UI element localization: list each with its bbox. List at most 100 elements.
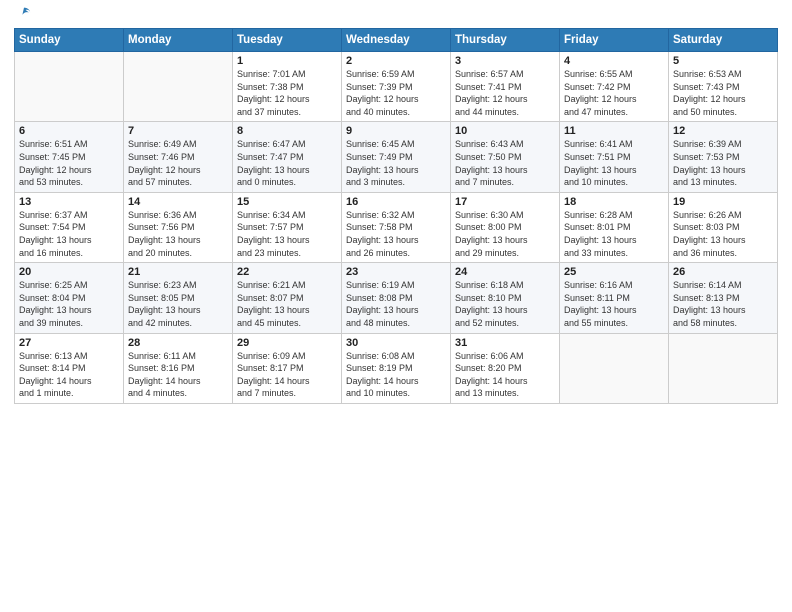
day-info: Sunrise: 6:51 AM Sunset: 7:45 PM Dayligh… bbox=[19, 138, 119, 188]
calendar-cell: 10Sunrise: 6:43 AM Sunset: 7:50 PM Dayli… bbox=[451, 122, 560, 192]
calendar-cell: 3Sunrise: 6:57 AM Sunset: 7:41 PM Daylig… bbox=[451, 52, 560, 122]
day-number: 9 bbox=[346, 125, 446, 137]
day-info: Sunrise: 6:26 AM Sunset: 8:03 PM Dayligh… bbox=[673, 209, 773, 259]
day-info: Sunrise: 6:30 AM Sunset: 8:00 PM Dayligh… bbox=[455, 209, 555, 259]
calendar-cell: 13Sunrise: 6:37 AM Sunset: 7:54 PM Dayli… bbox=[15, 192, 124, 262]
calendar-cell: 16Sunrise: 6:32 AM Sunset: 7:58 PM Dayli… bbox=[342, 192, 451, 262]
logo-bird-icon bbox=[16, 6, 32, 22]
week-row-5: 27Sunrise: 6:13 AM Sunset: 8:14 PM Dayli… bbox=[15, 333, 778, 403]
day-info: Sunrise: 6:34 AM Sunset: 7:57 PM Dayligh… bbox=[237, 209, 337, 259]
calendar-cell: 22Sunrise: 6:21 AM Sunset: 8:07 PM Dayli… bbox=[233, 263, 342, 333]
week-row-4: 20Sunrise: 6:25 AM Sunset: 8:04 PM Dayli… bbox=[15, 263, 778, 333]
day-number: 4 bbox=[564, 55, 664, 67]
calendar-cell: 14Sunrise: 6:36 AM Sunset: 7:56 PM Dayli… bbox=[124, 192, 233, 262]
calendar-cell: 6Sunrise: 6:51 AM Sunset: 7:45 PM Daylig… bbox=[15, 122, 124, 192]
calendar-cell: 27Sunrise: 6:13 AM Sunset: 8:14 PM Dayli… bbox=[15, 333, 124, 403]
day-number: 25 bbox=[564, 266, 664, 278]
calendar-cell: 21Sunrise: 6:23 AM Sunset: 8:05 PM Dayli… bbox=[124, 263, 233, 333]
day-info: Sunrise: 7:01 AM Sunset: 7:38 PM Dayligh… bbox=[237, 68, 337, 118]
calendar-cell: 23Sunrise: 6:19 AM Sunset: 8:08 PM Dayli… bbox=[342, 263, 451, 333]
day-info: Sunrise: 6:55 AM Sunset: 7:42 PM Dayligh… bbox=[564, 68, 664, 118]
day-info: Sunrise: 6:59 AM Sunset: 7:39 PM Dayligh… bbox=[346, 68, 446, 118]
calendar-cell: 5Sunrise: 6:53 AM Sunset: 7:43 PM Daylig… bbox=[669, 52, 778, 122]
day-number: 1 bbox=[237, 55, 337, 67]
calendar-cell: 24Sunrise: 6:18 AM Sunset: 8:10 PM Dayli… bbox=[451, 263, 560, 333]
day-info: Sunrise: 6:57 AM Sunset: 7:41 PM Dayligh… bbox=[455, 68, 555, 118]
calendar-cell: 26Sunrise: 6:14 AM Sunset: 8:13 PM Dayli… bbox=[669, 263, 778, 333]
day-number: 29 bbox=[237, 337, 337, 349]
calendar-cell: 25Sunrise: 6:16 AM Sunset: 8:11 PM Dayli… bbox=[560, 263, 669, 333]
day-number: 13 bbox=[19, 196, 119, 208]
weekday-header-saturday: Saturday bbox=[669, 29, 778, 52]
day-info: Sunrise: 6:09 AM Sunset: 8:17 PM Dayligh… bbox=[237, 350, 337, 400]
day-number: 14 bbox=[128, 196, 228, 208]
day-number: 19 bbox=[673, 196, 773, 208]
day-info: Sunrise: 6:25 AM Sunset: 8:04 PM Dayligh… bbox=[19, 279, 119, 329]
calendar-cell: 18Sunrise: 6:28 AM Sunset: 8:01 PM Dayli… bbox=[560, 192, 669, 262]
week-row-2: 6Sunrise: 6:51 AM Sunset: 7:45 PM Daylig… bbox=[15, 122, 778, 192]
calendar-cell: 7Sunrise: 6:49 AM Sunset: 7:46 PM Daylig… bbox=[124, 122, 233, 192]
page: SundayMondayTuesdayWednesdayThursdayFrid… bbox=[0, 0, 792, 612]
logo bbox=[14, 14, 32, 22]
day-info: Sunrise: 6:18 AM Sunset: 8:10 PM Dayligh… bbox=[455, 279, 555, 329]
weekday-header-tuesday: Tuesday bbox=[233, 29, 342, 52]
day-info: Sunrise: 6:28 AM Sunset: 8:01 PM Dayligh… bbox=[564, 209, 664, 259]
day-number: 11 bbox=[564, 125, 664, 137]
weekday-header-row: SundayMondayTuesdayWednesdayThursdayFrid… bbox=[15, 29, 778, 52]
day-info: Sunrise: 6:39 AM Sunset: 7:53 PM Dayligh… bbox=[673, 138, 773, 188]
day-number: 27 bbox=[19, 337, 119, 349]
day-info: Sunrise: 6:53 AM Sunset: 7:43 PM Dayligh… bbox=[673, 68, 773, 118]
day-info: Sunrise: 6:49 AM Sunset: 7:46 PM Dayligh… bbox=[128, 138, 228, 188]
day-info: Sunrise: 6:06 AM Sunset: 8:20 PM Dayligh… bbox=[455, 350, 555, 400]
calendar-cell: 1Sunrise: 7:01 AM Sunset: 7:38 PM Daylig… bbox=[233, 52, 342, 122]
calendar-table: SundayMondayTuesdayWednesdayThursdayFrid… bbox=[14, 28, 778, 404]
day-info: Sunrise: 6:37 AM Sunset: 7:54 PM Dayligh… bbox=[19, 209, 119, 259]
day-number: 26 bbox=[673, 266, 773, 278]
day-number: 15 bbox=[237, 196, 337, 208]
day-number: 22 bbox=[237, 266, 337, 278]
calendar-cell: 2Sunrise: 6:59 AM Sunset: 7:39 PM Daylig… bbox=[342, 52, 451, 122]
day-number: 20 bbox=[19, 266, 119, 278]
calendar-cell bbox=[124, 52, 233, 122]
day-info: Sunrise: 6:36 AM Sunset: 7:56 PM Dayligh… bbox=[128, 209, 228, 259]
calendar-cell: 17Sunrise: 6:30 AM Sunset: 8:00 PM Dayli… bbox=[451, 192, 560, 262]
calendar-cell: 9Sunrise: 6:45 AM Sunset: 7:49 PM Daylig… bbox=[342, 122, 451, 192]
day-number: 5 bbox=[673, 55, 773, 67]
day-number: 7 bbox=[128, 125, 228, 137]
day-info: Sunrise: 6:19 AM Sunset: 8:08 PM Dayligh… bbox=[346, 279, 446, 329]
day-number: 3 bbox=[455, 55, 555, 67]
header bbox=[14, 10, 778, 22]
day-number: 28 bbox=[128, 337, 228, 349]
weekday-header-thursday: Thursday bbox=[451, 29, 560, 52]
day-number: 24 bbox=[455, 266, 555, 278]
day-info: Sunrise: 6:13 AM Sunset: 8:14 PM Dayligh… bbox=[19, 350, 119, 400]
day-info: Sunrise: 6:47 AM Sunset: 7:47 PM Dayligh… bbox=[237, 138, 337, 188]
day-number: 16 bbox=[346, 196, 446, 208]
calendar-cell: 28Sunrise: 6:11 AM Sunset: 8:16 PM Dayli… bbox=[124, 333, 233, 403]
calendar-cell bbox=[15, 52, 124, 122]
day-info: Sunrise: 6:23 AM Sunset: 8:05 PM Dayligh… bbox=[128, 279, 228, 329]
calendar-cell: 15Sunrise: 6:34 AM Sunset: 7:57 PM Dayli… bbox=[233, 192, 342, 262]
day-info: Sunrise: 6:41 AM Sunset: 7:51 PM Dayligh… bbox=[564, 138, 664, 188]
day-number: 6 bbox=[19, 125, 119, 137]
week-row-3: 13Sunrise: 6:37 AM Sunset: 7:54 PM Dayli… bbox=[15, 192, 778, 262]
weekday-header-wednesday: Wednesday bbox=[342, 29, 451, 52]
calendar-cell: 12Sunrise: 6:39 AM Sunset: 7:53 PM Dayli… bbox=[669, 122, 778, 192]
calendar-cell: 20Sunrise: 6:25 AM Sunset: 8:04 PM Dayli… bbox=[15, 263, 124, 333]
calendar-cell: 29Sunrise: 6:09 AM Sunset: 8:17 PM Dayli… bbox=[233, 333, 342, 403]
day-info: Sunrise: 6:14 AM Sunset: 8:13 PM Dayligh… bbox=[673, 279, 773, 329]
calendar-cell: 31Sunrise: 6:06 AM Sunset: 8:20 PM Dayli… bbox=[451, 333, 560, 403]
day-number: 30 bbox=[346, 337, 446, 349]
weekday-header-monday: Monday bbox=[124, 29, 233, 52]
calendar-cell bbox=[669, 333, 778, 403]
day-number: 23 bbox=[346, 266, 446, 278]
week-row-1: 1Sunrise: 7:01 AM Sunset: 7:38 PM Daylig… bbox=[15, 52, 778, 122]
day-info: Sunrise: 6:11 AM Sunset: 8:16 PM Dayligh… bbox=[128, 350, 228, 400]
day-number: 31 bbox=[455, 337, 555, 349]
day-info: Sunrise: 6:08 AM Sunset: 8:19 PM Dayligh… bbox=[346, 350, 446, 400]
day-info: Sunrise: 6:32 AM Sunset: 7:58 PM Dayligh… bbox=[346, 209, 446, 259]
calendar-cell: 8Sunrise: 6:47 AM Sunset: 7:47 PM Daylig… bbox=[233, 122, 342, 192]
calendar-cell: 30Sunrise: 6:08 AM Sunset: 8:19 PM Dayli… bbox=[342, 333, 451, 403]
weekday-header-sunday: Sunday bbox=[15, 29, 124, 52]
day-number: 18 bbox=[564, 196, 664, 208]
